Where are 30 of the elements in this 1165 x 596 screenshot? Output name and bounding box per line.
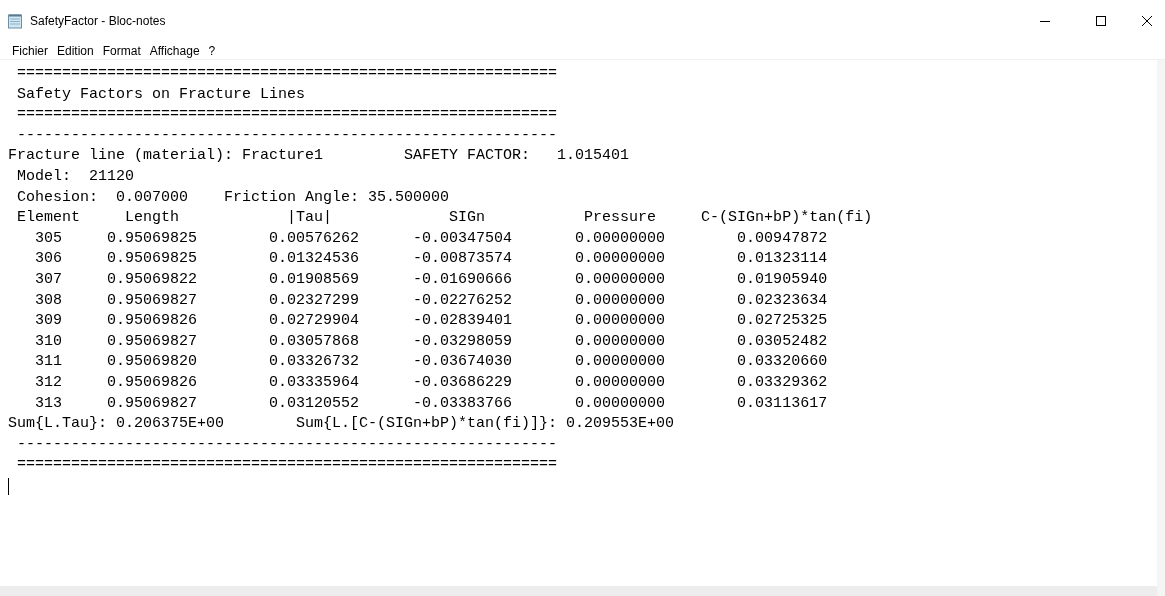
text-line: 309 0.95069826 0.02729904 -0.02839401 0.00000000 0.02725325 [34,312,828,330]
menu-item[interactable]: Fichier [12,41,48,60]
menu-item[interactable]: Format [102,41,141,60]
text-line: ============================================================ [16,106,558,124]
window-title: SafetyFactor - Bloc-notes [30,13,166,30]
menu-item[interactable]: Edition [57,41,94,60]
text-line: 311 0.95069820 0.03326732 -0.03674030 0.00000000 0.03320660 [34,353,828,371]
text-line: 307 0.95069822 0.01908569 -0.01690666 0.00000000 0.01905940 [34,270,828,288]
text-line: ============================================================ [16,65,558,82]
menu-item[interactable]: ? [208,41,216,60]
text-line: Sum{L.Tau}: 0.206375E+00 Sum{L.[C-(SIGn+bP)*tan(fi)]}: 0.209553E+00 [8,415,675,433]
text-line: Safety Factors on Fracture Lines [16,85,306,103]
text-line: 310 0.95069827 0.03057868 -0.03298059 0.00000000 0.03052482 [34,332,828,350]
text-cursor [8,477,9,495]
text-line: 308 0.95069827 0.02327299 -0.02276252 0.00000000 0.02323634 [34,291,828,309]
text-line: ------------------------------------------------------------ [16,126,558,144]
text-line: ------------------------------------------------------------ [16,435,558,453]
maximize-icon[interactable] [1095,15,1107,27]
text-line: 312 0.95069826 0.03335964 -0.03686229 0.00000000 0.03329362 [34,373,828,391]
text-line: 305 0.95069825 0.00576262 -0.00347504 0.00000000 0.00947872 [34,229,828,247]
close-icon[interactable] [1141,15,1153,27]
text-line: Element Length |Tau| SIGn Pressure C-(SIGn+bP)*tan(fi) [16,209,873,227]
text-line: Cohesion: 0.007000 Friction Angle: 35.500000 [16,188,450,206]
text-line: ============================================================ [16,456,558,474]
text-line: 306 0.95069825 0.01324536 -0.00873574 0.00000000 0.01323114 [34,250,828,268]
text-line: Fracture line (material): Fracture1 SAFETY FACTOR: 1.015401 [8,147,630,165]
text-line: Model: 21120 [16,167,135,185]
text-line: 313 0.95069827 0.03120552 -0.03383766 0.00000000 0.03113617 [34,394,828,412]
menu-item[interactable]: Affichage [149,41,200,60]
notepad-icon [7,13,23,29]
